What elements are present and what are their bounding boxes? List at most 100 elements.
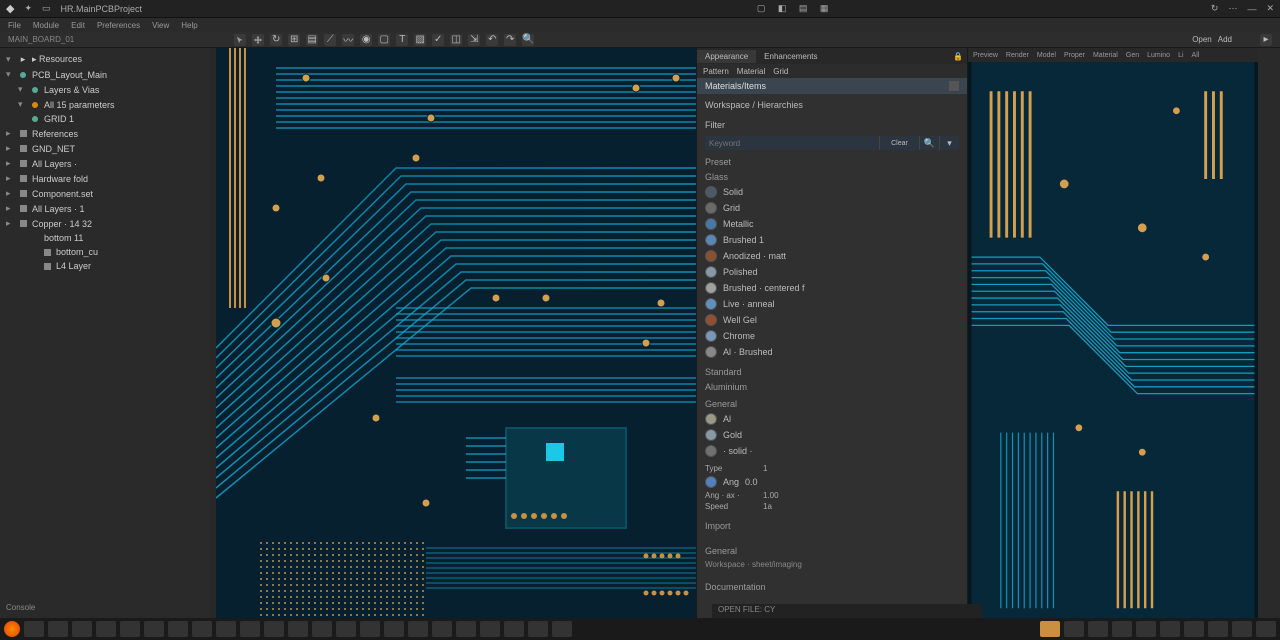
tab-lock-icon[interactable]: 🔒 (945, 50, 967, 63)
tool-select[interactable] (234, 34, 246, 46)
taskbar-app[interactable] (192, 621, 212, 637)
taskbar-app[interactable] (24, 621, 44, 637)
tool-text[interactable]: T (396, 34, 408, 46)
param-item[interactable]: Al (705, 411, 959, 427)
tool-pad[interactable]: ▢ (378, 34, 390, 46)
tree-item[interactable]: bottom 11 (0, 231, 210, 245)
pcb-canvas-main[interactable] (216, 48, 696, 618)
tool-zoom[interactable]: 🔍 (522, 34, 534, 46)
taskbar-app[interactable] (288, 621, 308, 637)
tray-item[interactable] (1064, 621, 1084, 637)
subtab-pattern[interactable]: Pattern (703, 67, 729, 76)
tray-item[interactable] (1160, 621, 1180, 637)
filter-search-icon[interactable]: 🔍 (919, 136, 939, 150)
tool-drc[interactable]: ✓ (432, 34, 444, 46)
menu-file[interactable]: File (8, 21, 21, 30)
tray-icon-1[interactable]: ▢ (757, 3, 768, 14)
material-item[interactable]: Grid (705, 200, 959, 216)
material-item[interactable]: Solid (705, 184, 959, 200)
material-item[interactable]: Well Gel (705, 312, 959, 328)
param-item[interactable]: · solid · (705, 443, 959, 459)
tree-item[interactable]: ▾▸▸ Resources (0, 52, 210, 67)
material-item[interactable]: Al · Brushed (705, 344, 959, 360)
taskbar-app[interactable] (312, 621, 332, 637)
menu-view[interactable]: View (152, 21, 169, 30)
param-ang[interactable]: Ang0.0 (705, 474, 959, 490)
material-item[interactable]: Polished (705, 264, 959, 280)
taskbar-app[interactable] (360, 621, 380, 637)
start-button[interactable] (4, 621, 20, 637)
app-icon-2[interactable]: ✦ (24, 3, 32, 14)
panel-toggle[interactable]: ▸ (1260, 34, 1272, 46)
tab-appearance[interactable]: Appearance (697, 50, 756, 63)
taskbar-app[interactable] (240, 621, 260, 637)
close-icon[interactable]: ✕ (1266, 3, 1274, 14)
tray-item[interactable] (1112, 621, 1132, 637)
tree-item[interactable]: ▸References (0, 126, 210, 141)
filter-dropdown-icon[interactable]: ▾ (939, 136, 959, 150)
toolbar-open[interactable]: Open (1192, 35, 1212, 44)
taskbar-app[interactable] (120, 621, 140, 637)
tool-3d[interactable]: ◫ (450, 34, 462, 46)
filter-input[interactable] (705, 136, 879, 150)
tool-trace[interactable]: 〰 (342, 34, 354, 46)
material-item[interactable]: Live · anneal (705, 296, 959, 312)
taskbar-app[interactable] (456, 621, 476, 637)
tool-undo[interactable]: ↶ (486, 34, 498, 46)
material-item[interactable]: Chrome (705, 328, 959, 344)
taskbar-app[interactable] (408, 621, 428, 637)
tool-move[interactable] (252, 34, 264, 46)
taskbar-app[interactable] (264, 621, 284, 637)
tray-item[interactable] (1136, 621, 1156, 637)
tray-icon-2[interactable]: ◧ (778, 3, 789, 14)
tool-export[interactable]: ⇲ (468, 34, 480, 46)
tray-item[interactable] (1088, 621, 1108, 637)
taskbar-app[interactable] (552, 621, 572, 637)
ptab-all[interactable]: All (1189, 51, 1203, 60)
more-icon[interactable]: ⋯ (1228, 3, 1237, 14)
taskbar-app[interactable] (216, 621, 236, 637)
filter-clear-button[interactable]: Clear (879, 136, 919, 150)
taskbar-app[interactable] (528, 621, 548, 637)
tab-enhancements[interactable]: Enhancements (756, 50, 825, 63)
tool-grid[interactable]: ⊞ (288, 34, 300, 46)
tree-item[interactable]: ▸Component.set (0, 186, 210, 201)
tray-item[interactable] (1184, 621, 1204, 637)
subtab-material[interactable]: Material (737, 67, 765, 76)
tray-item[interactable] (1040, 621, 1060, 637)
tree-item[interactable]: ▸Hardware fold (0, 171, 210, 186)
ptab-render[interactable]: Render (1003, 51, 1032, 60)
ptab-lumino[interactable]: Lumino (1144, 51, 1173, 60)
taskbar-app[interactable] (48, 621, 68, 637)
tool-redo[interactable]: ↷ (504, 34, 516, 46)
material-item[interactable]: Brushed 1 (705, 232, 959, 248)
doc-icon[interactable]: ▭ (42, 3, 51, 14)
tree-item[interactable]: GRID 1 (0, 112, 210, 126)
material-item[interactable]: Brushed · centered f (705, 280, 959, 296)
tree-item[interactable]: ▸GND_NET (0, 141, 210, 156)
menu-help[interactable]: Help (181, 21, 197, 30)
tray-item[interactable] (1256, 621, 1276, 637)
tree-item[interactable]: ▸All Layers · (0, 156, 210, 171)
tool-layer[interactable]: ▤ (306, 34, 318, 46)
subtab-grid[interactable]: Grid (773, 67, 788, 76)
taskbar-app[interactable] (504, 621, 524, 637)
taskbar-app[interactable] (168, 621, 188, 637)
ptab-proper[interactable]: Proper (1061, 51, 1088, 60)
tool-via[interactable]: ◉ (360, 34, 372, 46)
taskbar-app[interactable] (72, 621, 92, 637)
header-menu-icon[interactable] (949, 81, 959, 91)
tool-rotate[interactable]: ↻ (270, 34, 282, 46)
param-item[interactable]: Gold (705, 427, 959, 443)
tree-item[interactable]: ▸All Layers · 1 (0, 201, 210, 216)
menu-module[interactable]: Module (33, 21, 59, 30)
tray-item[interactable] (1232, 621, 1252, 637)
ptab-model[interactable]: Model (1034, 51, 1059, 60)
material-item[interactable]: Anodized · matt (705, 248, 959, 264)
tray-icon-4[interactable]: ▦ (820, 3, 831, 14)
taskbar-app[interactable] (384, 621, 404, 637)
tree-item[interactable]: ▸Copper · 14 32 (0, 216, 210, 231)
tree-item[interactable]: ▾PCB_Layout_Main (0, 67, 210, 82)
ptab-gen[interactable]: Gen (1123, 51, 1142, 60)
material-item[interactable]: Metallic (705, 216, 959, 232)
